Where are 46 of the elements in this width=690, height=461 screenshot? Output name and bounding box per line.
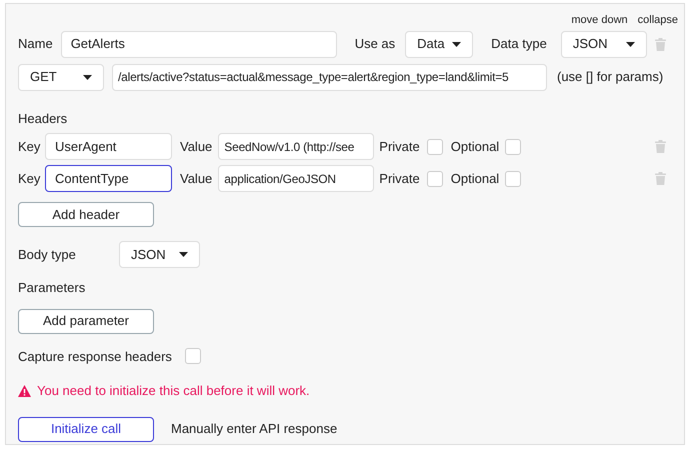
trash-icon[interactable] [655,140,666,153]
private-checkbox[interactable] [426,138,443,154]
field-label: Capture response headers [18,348,172,366]
header-value-field[interactable]: application/GeoJSON [218,165,374,192]
header-key-field[interactable]: ContentType [45,165,172,192]
name-field[interactable]: GetAlerts [60,30,337,58]
section-title: Headers [18,110,68,128]
caret-icon [626,42,635,46]
warning-icon [18,384,31,397]
field-label: Body type [18,246,77,264]
field-label: Key [18,138,42,156]
field-label: Key [18,170,42,188]
field-label: Name [18,35,53,54]
field-label: Value [180,138,212,156]
url-hint: (use [] for params) [557,68,664,86]
header-key-field[interactable]: UserAgent [45,133,172,160]
method-dropdown[interactable]: GET [18,64,104,90]
initialize-call-button[interactable]: Initialize call [18,416,154,442]
optional-checkbox[interactable] [505,138,522,154]
manual-response-link[interactable]: Manually enter API response [171,419,338,439]
field-label: Use as [354,35,396,54]
header-value-field[interactable]: SeedNow/v1.0 (http://see [218,133,374,160]
private-checkbox[interactable] [426,170,443,186]
trash-icon[interactable] [655,38,666,50]
field-label: Data type [491,35,547,54]
url-field[interactable]: /alerts/active?status=actual&message_type=alert&region_type=land&limit=5 [112,64,547,90]
field-label: Optional [450,170,500,188]
data-type-dropdown[interactable]: JSON [560,30,647,58]
panel-link[interactable]: collapse [638,12,678,28]
field-label: Optional [450,138,500,156]
body-type-dropdown[interactable]: JSON [119,241,200,268]
field-label: Private [379,170,420,188]
field-label: Value [180,170,212,188]
capture-checkbox[interactable] [184,348,201,364]
panel-link[interactable]: move down [571,12,628,28]
caret-icon [452,42,462,46]
field-label: Private [379,138,420,156]
caret-icon [179,252,188,257]
section-title: Parameters [18,279,86,297]
add-header-button[interactable]: Add header [18,202,154,227]
use-as-dropdown[interactable]: Data [405,30,474,58]
trash-icon[interactable] [655,172,666,185]
add-parameter-button[interactable]: Add parameter [18,308,154,334]
caret-icon [83,74,92,80]
warning-message: You need to initialize this call before it will work. [37,382,310,400]
optional-checkbox[interactable] [505,170,522,186]
